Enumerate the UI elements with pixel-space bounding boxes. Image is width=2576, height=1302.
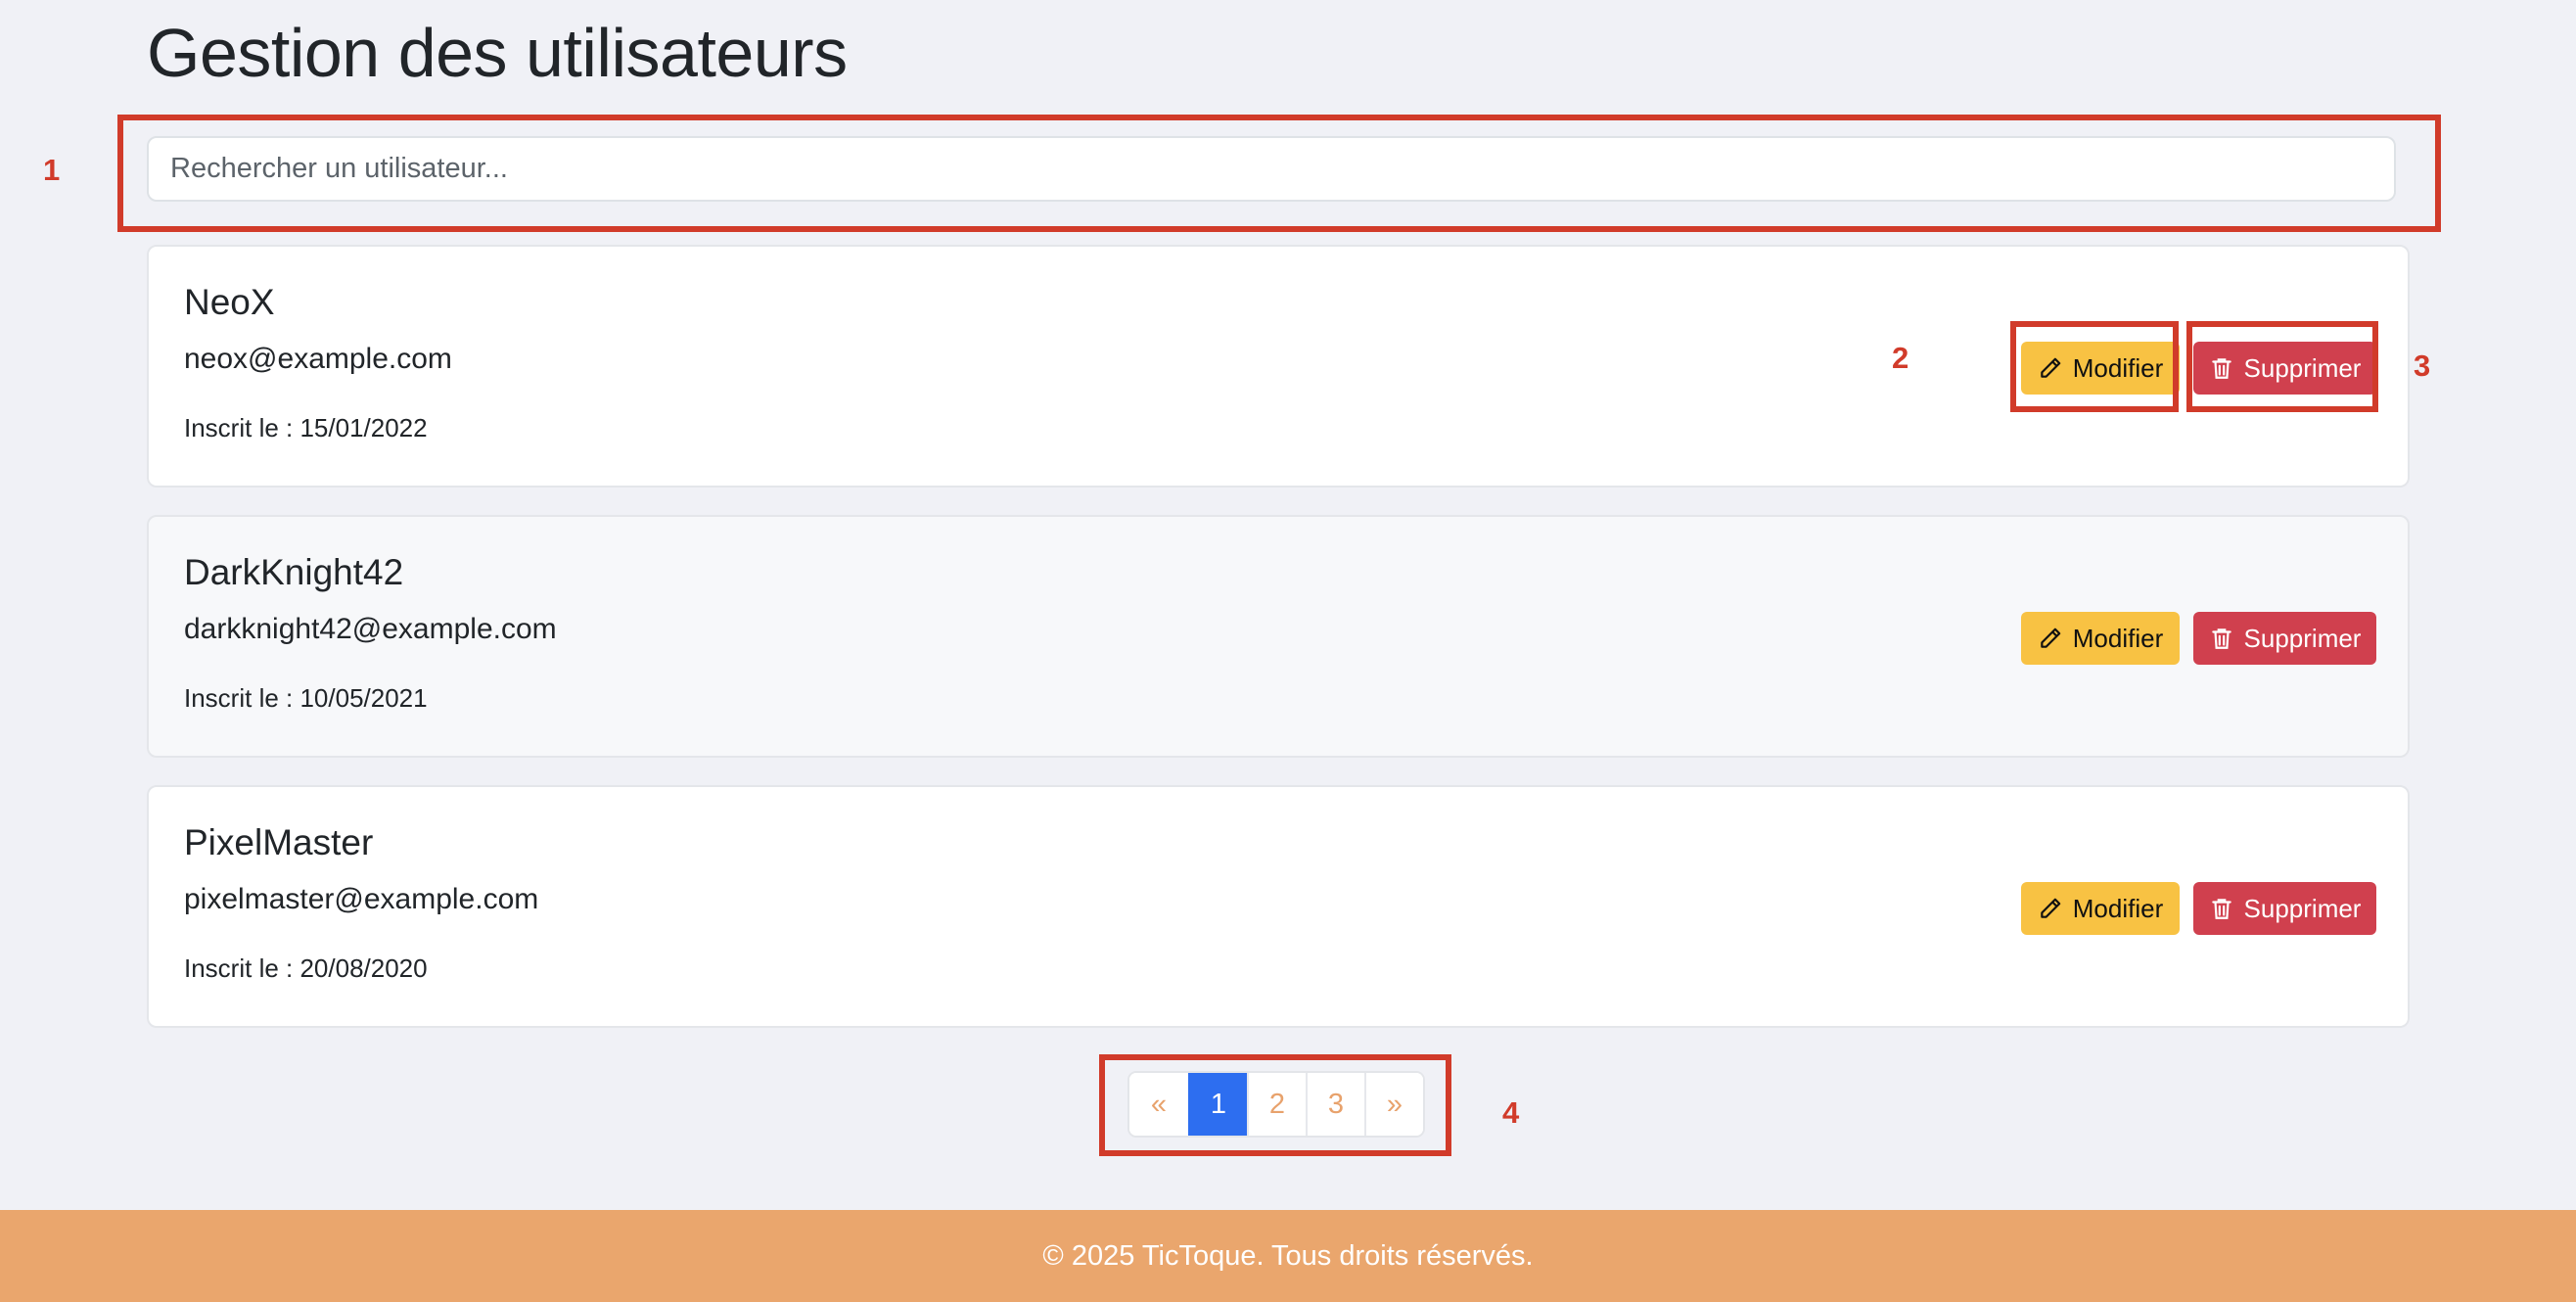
edit-button[interactable]: Modifier <box>2021 882 2180 935</box>
annotation-number-4: 4 <box>1502 1095 1520 1130</box>
user-email: darkknight42@example.com <box>184 613 557 645</box>
pencil-icon <box>2041 898 2061 918</box>
annotation-number-3: 3 <box>2414 349 2431 383</box>
trash-icon <box>2211 899 2231 919</box>
edit-button-label: Modifier <box>2072 893 2164 923</box>
user-name: PixelMaster <box>184 822 374 862</box>
footer-text: © 2025 TicToque. Tous droits réservés. <box>1042 1239 1534 1272</box>
annotation-box-3 <box>2186 321 2378 412</box>
user-registration-date: Inscrit le : 20/08/2020 <box>184 953 428 983</box>
annotation-number-2: 2 <box>1892 341 1909 375</box>
footer: © 2025 TicToque. Tous droits réservés. <box>0 1210 2576 1302</box>
user-name: NeoX <box>184 282 275 322</box>
user-registration-date: Inscrit le : 10/05/2021 <box>184 683 428 713</box>
user-card: DarkKnight42 darkknight42@example.com In… <box>147 515 2410 758</box>
annotation-box-2 <box>2010 321 2179 412</box>
delete-button[interactable]: Supprimer <box>2193 612 2376 665</box>
page-title: Gestion des utilisateurs <box>147 15 848 91</box>
user-name: DarkKnight42 <box>184 552 404 592</box>
annotation-box-1 <box>117 115 2441 232</box>
edit-button-label: Modifier <box>2072 623 2164 653</box>
user-email: pixelmaster@example.com <box>184 883 539 915</box>
annotation-number-1: 1 <box>43 153 61 187</box>
annotation-box-4 <box>1099 1054 1451 1156</box>
pencil-icon <box>2041 628 2061 648</box>
delete-button-label: Supprimer <box>2243 893 2362 923</box>
user-email: neox@example.com <box>184 343 452 375</box>
trash-icon <box>2211 628 2231 649</box>
user-card: PixelMaster pixelmaster@example.com Insc… <box>147 785 2410 1028</box>
user-registration-date: Inscrit le : 15/01/2022 <box>184 413 428 442</box>
delete-button-label: Supprimer <box>2243 623 2362 653</box>
delete-button[interactable]: Supprimer <box>2193 882 2376 935</box>
edit-button[interactable]: Modifier <box>2021 612 2180 665</box>
